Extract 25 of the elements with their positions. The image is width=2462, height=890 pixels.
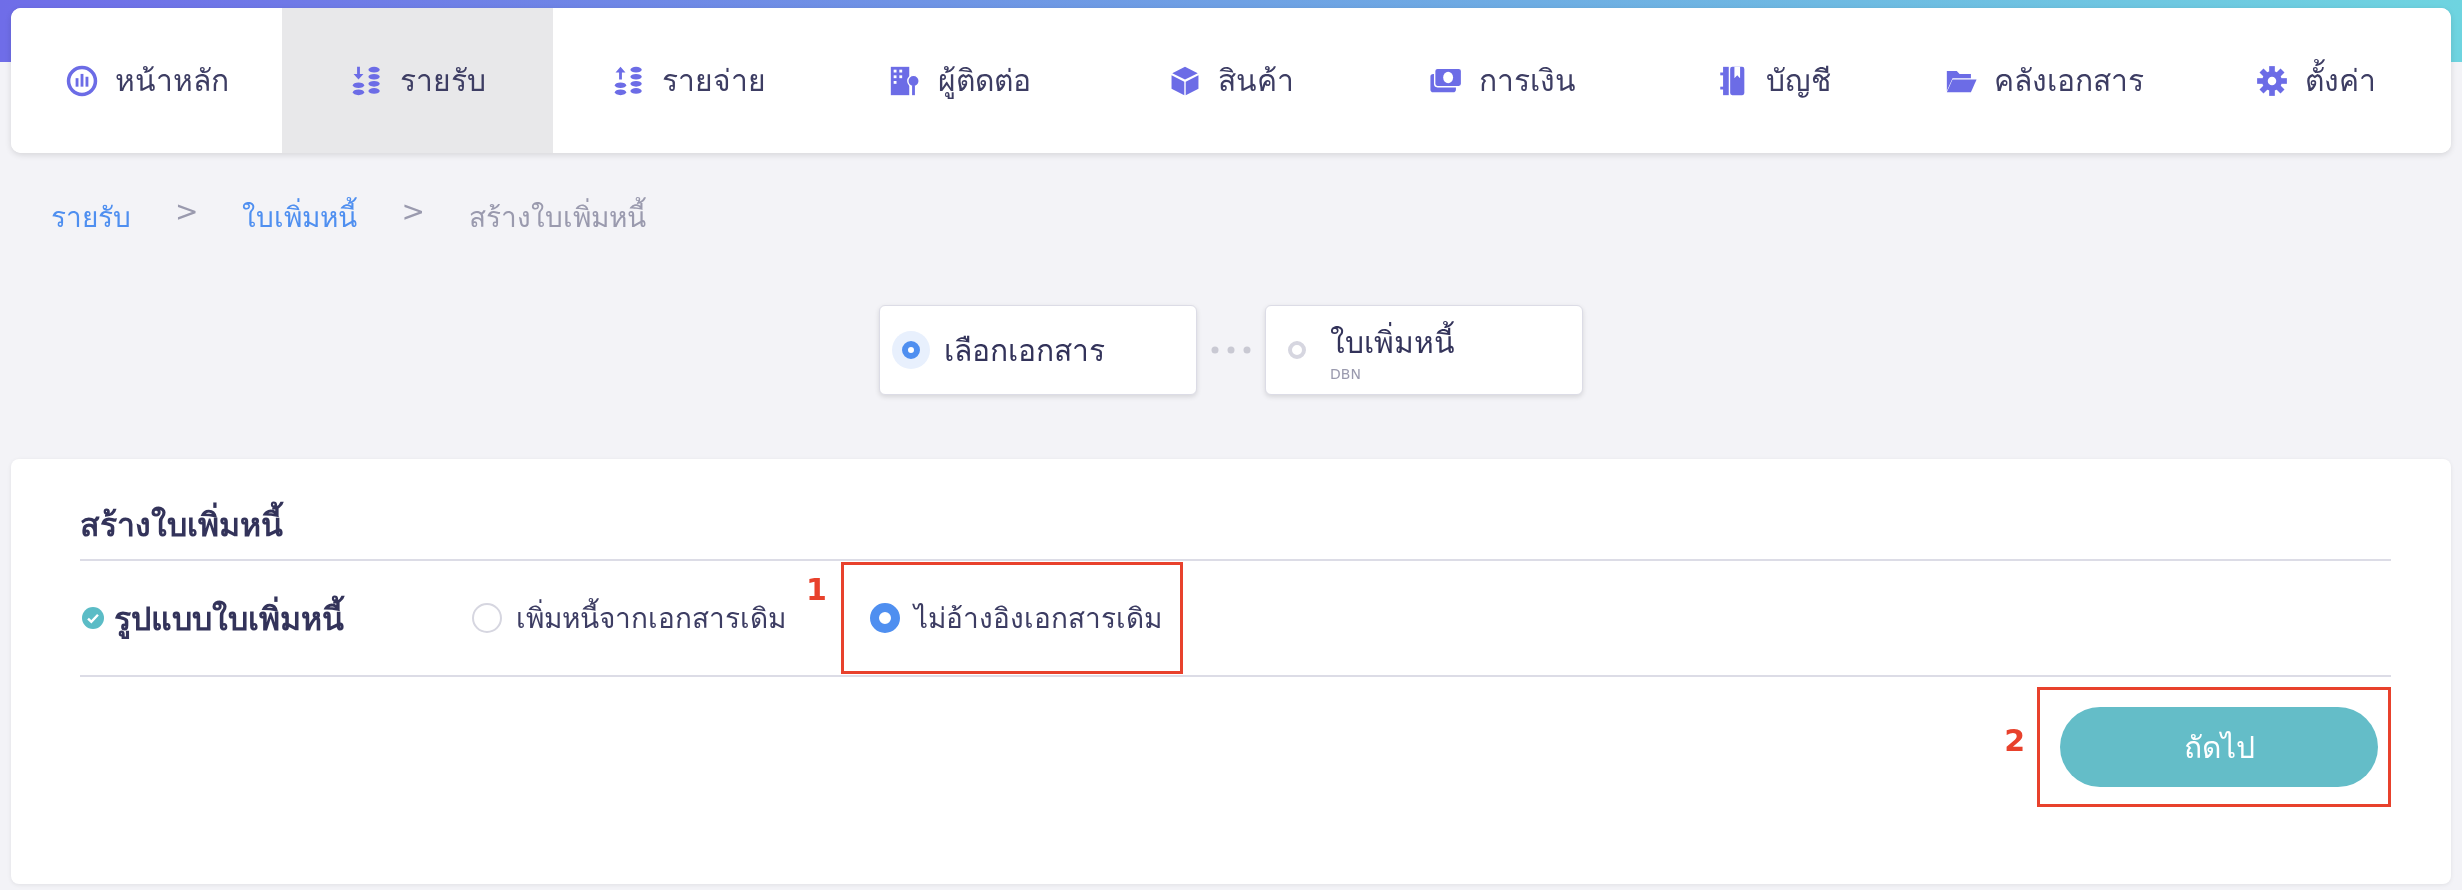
nav-tab[interactable]: คลังเอกสาร (1908, 8, 2180, 153)
settings-icon (2254, 63, 2289, 98)
nav-tab[interactable]: หน้าหลัก (11, 8, 283, 153)
nav-tab[interactable]: บัญชี (1637, 8, 1909, 153)
nav-tab[interactable]: ผู้ติดต่อ (824, 8, 1096, 153)
nav-tab[interactable]: การเงิน (1366, 8, 1638, 153)
step-connector-icon (1211, 346, 1251, 354)
step-label: ใบเพิ่มหนี้ (1330, 318, 1455, 366)
breadcrumb-current: สร้างใบเพิ่มหนี้ (468, 195, 646, 235)
radio-option[interactable]: เพิ่มหนี้จากเอกสารเดิม (472, 596, 806, 640)
nav-tab[interactable]: รายรับ (282, 8, 554, 153)
chart-icon (64, 63, 99, 98)
nav-tab[interactable]: ตั้งค่า (2179, 8, 2451, 153)
nav-tab[interactable]: รายจ่าย (553, 8, 825, 153)
step-label: เลือกเอกสาร (944, 331, 1105, 370)
radio-option[interactable]: ไม่อ้างอิงเอกสารเดิม (840, 562, 1183, 674)
breadcrumb-separator: > (175, 195, 199, 230)
annotation-number: 2 (2004, 723, 2025, 758)
form-title: สร้างใบเพิ่มหนี้ (80, 489, 2391, 561)
annotation-number: 1 (806, 572, 827, 607)
breadcrumb-separator: > (401, 195, 425, 230)
nav-tab[interactable]: สินค้า (1095, 8, 1367, 153)
radio-button[interactable] (869, 603, 900, 633)
field-label: รูปแบบใบเพิ่มหนี้ (114, 592, 344, 644)
step-code: DBN (1330, 365, 1362, 382)
